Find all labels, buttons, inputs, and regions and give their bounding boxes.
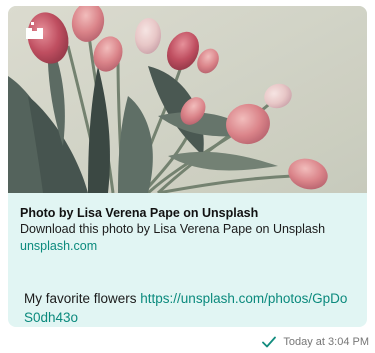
check-icon <box>262 336 277 348</box>
link-preview[interactable]: Photo by Lisa Verena Pape on Unsplash Do… <box>20 205 360 254</box>
link-preview-image[interactable] <box>8 6 367 193</box>
link-preview-description: Download this photo by Lisa Verena Pape … <box>20 222 326 236</box>
message-text: My favorite flowers https://unsplash.com… <box>24 289 356 327</box>
photo-icon <box>26 22 43 39</box>
message-meta: Today at 3:04 PM <box>262 334 369 350</box>
message-bubble: Photo by Lisa Verena Pape on Unsplash Do… <box>8 6 367 327</box>
message-timestamp: Today at 3:04 PM <box>283 336 369 348</box>
link-preview-title: Photo by Lisa Verena Pape on Unsplash <box>20 206 259 220</box>
link-preview-domain: unsplash.com <box>20 239 98 253</box>
message-body: My favorite flowers <box>24 291 141 306</box>
